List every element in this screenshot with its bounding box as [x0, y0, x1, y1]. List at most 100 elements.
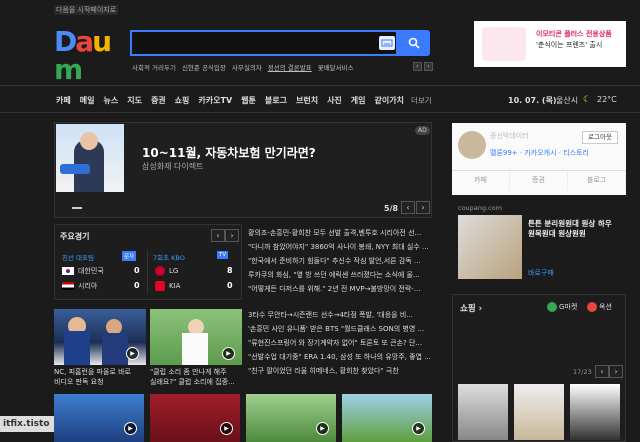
video-thumbnail[interactable]: ▶	[246, 394, 336, 442]
news-item[interactable]: "류현진스프링어 와 장기계약자 없어" 토론토 또 큰손? 단...	[248, 336, 434, 350]
team-score: 0	[227, 281, 233, 290]
news-item[interactable]: "선발수업 대기중" ERA 1.40, 삼성 또 하나의 유망주, 좋엽 ..…	[248, 350, 434, 364]
set-startpage-link[interactable]: 다음을 시작페이지로	[54, 5, 119, 15]
auction-tab[interactable]: 옥션	[587, 302, 612, 312]
gnb-item-map[interactable]: 지도	[127, 95, 142, 106]
news-item[interactable]: "한국에서 준비하기 힘들다" 추신수 작심 발언,서른 감독 ...	[248, 254, 434, 268]
date-text: 10. 07. (목)	[508, 96, 557, 105]
sports-title: 주요경기	[60, 232, 90, 241]
gmarket-tab[interactable]: G마켓	[547, 302, 577, 312]
shop-page-indicator: 17/23	[573, 368, 592, 376]
shopping-title[interactable]: 쇼핑 ›	[460, 302, 482, 314]
gnb-item-cafe[interactable]: 카페	[56, 95, 71, 106]
sports-next-button[interactable]: ›	[225, 229, 239, 242]
tab-blog[interactable]: 블로그	[568, 171, 626, 190]
gnb-item-blog[interactable]: 블로그	[265, 95, 287, 106]
gnb-item-stock[interactable]: 증권	[151, 95, 166, 106]
hot-prev-button[interactable]: ‹	[413, 62, 422, 71]
team-row[interactable]: 시리아	[62, 281, 97, 291]
hot-next-button[interactable]: ›	[424, 62, 433, 71]
hot-link[interactable]: 꽃배달서비스	[318, 62, 354, 72]
gnb-item-kakaotv[interactable]: 카카오TV	[198, 95, 232, 106]
ad-line2: '춘식이는 프렌즈' 출시	[536, 41, 603, 49]
video-thumbnail[interactable]: ▶	[150, 394, 240, 442]
keyboard-icon[interactable]	[379, 36, 395, 50]
news-item[interactable]: '손흥민 사인 유니폼' 받은 BTS "월드클래스 SON의 병영 ...	[248, 322, 434, 336]
gnb-item-game[interactable]: 게임	[351, 95, 366, 106]
news-list: 황의조-손흥민-황희찬 모두 선발 출격,벤투호 시리아전 선... "다니까 …	[248, 226, 434, 296]
news-item[interactable]: 루카쿠의 화심, "옆 방 쓰던 에릭센 쓰러졌다는 소식에 울...	[248, 268, 434, 282]
team-row[interactable]: 대한민국	[62, 266, 104, 276]
shop-item[interactable]	[514, 384, 564, 440]
news-list: 3타수 무안타→시즌랜드 선수→4타점 폭발, '대응을 비... '손흥민 사…	[248, 308, 434, 378]
team-score: 8	[227, 266, 233, 275]
team-row[interactable]: LG	[155, 266, 178, 276]
search-button[interactable]	[398, 30, 430, 56]
shop-prev-button[interactable]: ‹	[595, 365, 609, 378]
gnb-item-brunch[interactable]: 브런치	[296, 95, 318, 106]
gnb-item-mail[interactable]: 메일	[80, 95, 95, 106]
gnb-more-button[interactable]: 더보기	[411, 95, 432, 106]
gnb-item-together[interactable]: 같이가치	[375, 95, 404, 106]
game1-label: 친선 대표팀	[62, 254, 94, 262]
watermark: itfix.tisto	[0, 416, 54, 432]
news-item[interactable]: 3타수 무안타→시즌랜드 선수→4타점 폭발, '대응을 비...	[248, 308, 434, 322]
banner-image[interactable]	[56, 124, 124, 192]
username[interactable]: 종신박데이터	[490, 131, 529, 141]
thumb-caption[interactable]: "클럽 소리 좀 만나게 해주 실래요?" 클럽 소리에 집중...	[150, 367, 242, 387]
play-icon: ▶	[412, 422, 425, 435]
daum-logo[interactable]: Daum	[54, 28, 122, 84]
top-ad-banner[interactable]: 이모티콘 플러스 전용상품 '춘식이는 프렌즈' 출시	[474, 21, 626, 67]
play-icon: ▶	[220, 422, 233, 435]
game2-badge[interactable]: TV	[217, 251, 229, 259]
product-title[interactable]: 튼튼 분리원원대 원상 하우 원목원대 원상원원	[528, 219, 618, 239]
user-services[interactable]: 멜론99+ · 카카오캐시 · 티스토리	[490, 148, 589, 158]
gnb-item-webtoon[interactable]: 웹툰	[241, 95, 256, 106]
news-item[interactable]: 황의조-손흥민-황희찬 모두 선발 출격,벤투호 시리아전 선...	[248, 226, 434, 240]
team-name: LG	[169, 267, 179, 275]
logout-button[interactable]: 로그아웃	[582, 131, 618, 144]
shop-next-button[interactable]: ›	[609, 365, 623, 378]
video-thumbnail[interactable]: ▶	[54, 309, 146, 365]
weather-region[interactable]: 울산시	[556, 95, 578, 106]
play-icon: ▶	[126, 347, 139, 360]
shop-item[interactable]	[458, 384, 508, 440]
banner-indicator	[72, 207, 82, 209]
banner-title[interactable]: 10~11월, 자동차보험 만기라면?	[142, 144, 316, 161]
tab-stock[interactable]: 증권	[510, 171, 568, 190]
gnb-item-photo[interactable]: 사진	[327, 95, 342, 106]
hot-link[interactable]: 사회적 거리두기	[132, 62, 176, 72]
banner-prev-button[interactable]: ‹	[401, 201, 415, 214]
hot-link[interactable]: 정선의 결론발표	[268, 62, 312, 72]
thumb-caption[interactable]: NC, 피홈런을 파울로 바로 비디오 판독 요청	[54, 367, 146, 387]
tab-cafe[interactable]: 카페	[452, 171, 510, 190]
news-item[interactable]: "어떻게든 다저스를 위해." 2년 전 MVP→불방망이 전락-...	[248, 282, 434, 296]
search-icon	[408, 37, 420, 49]
team-row[interactable]: KIA	[155, 281, 180, 291]
banner-next-button[interactable]: ›	[416, 201, 430, 214]
team-name: 대한민국	[78, 267, 104, 275]
avatar[interactable]	[458, 131, 486, 159]
coupang-label[interactable]: coupang.com	[458, 204, 502, 212]
gnb-menu: 카페 메일 뉴스 지도 증권 쇼핑 카카오TV 웹툰 블로그 브런치 사진 게임…	[56, 95, 413, 106]
gnb-item-news[interactable]: 뉴스	[103, 95, 118, 106]
hot-link[interactable]: 신현준 공식입장	[182, 62, 226, 72]
game1-badge[interactable]: 문자	[122, 251, 137, 261]
video-thumbnail[interactable]: ▶	[54, 394, 144, 442]
buy-now-link[interactable]: 바로구매	[528, 268, 554, 278]
shop-item[interactable]	[570, 384, 620, 440]
search-input[interactable]	[130, 30, 398, 56]
play-icon: ▶	[316, 422, 329, 435]
gnb-item-shopping[interactable]: 쇼핑	[175, 95, 190, 106]
sports-prev-button[interactable]: ‹	[211, 229, 225, 242]
syria-flag-icon	[62, 282, 74, 290]
news-item[interactable]: "친구 팔이었던 라울 히메네스, 황희찬 찾았다" 극찬	[248, 364, 434, 378]
hot-link[interactable]: 사무실의자	[232, 62, 262, 72]
play-icon: ▶	[222, 347, 235, 360]
video-thumbnail[interactable]: ▶	[150, 309, 242, 365]
news-item[interactable]: "다니까 참았어야지" 3860억 사나이 봉쇄, NYY 최대 실수 ...	[248, 240, 434, 254]
video-thumbnail[interactable]: ▶	[342, 394, 432, 442]
banner-page-indicator: 5/8	[384, 204, 399, 213]
gmarket-icon	[547, 302, 557, 312]
product-image[interactable]	[458, 215, 522, 279]
